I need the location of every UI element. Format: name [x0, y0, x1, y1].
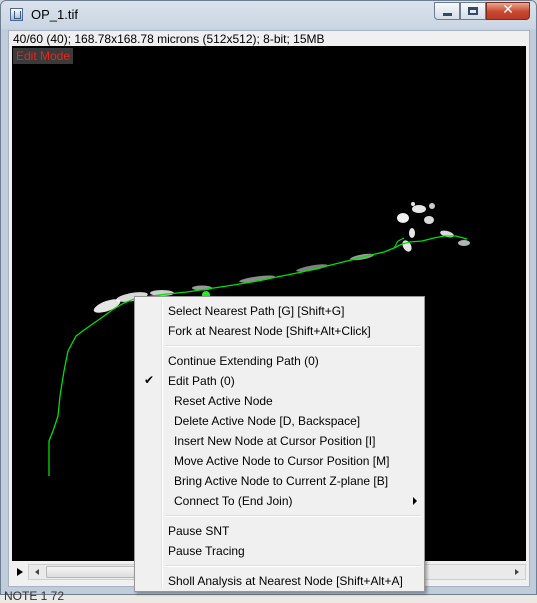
- edit-mode-label: Edit Mode: [13, 48, 74, 64]
- menu-item-pause-tracing[interactable]: Pause Tracing: [137, 541, 422, 561]
- close-icon: ✕: [502, 2, 514, 18]
- image-info-bar: 40/60 (40); 168.78x168.78 microns (512x5…: [13, 32, 325, 46]
- traced-branch: [393, 237, 405, 249]
- menu-separator: [165, 565, 421, 567]
- minimize-icon: [443, 13, 452, 16]
- scroll-right-arrow-icon[interactable]: [510, 565, 524, 579]
- menu-item-pause-snt[interactable]: Pause SNT: [137, 521, 422, 541]
- context-menu: Select Nearest Path [G] [Shift+G] Fork a…: [134, 296, 425, 592]
- menu-item-reset-active-node[interactable]: Reset Active Node: [137, 391, 422, 411]
- scroll-left-arrow-icon[interactable]: [30, 565, 44, 579]
- title-bar[interactable]: OP_1.tif ✕: [1, 1, 536, 29]
- maximize-icon: [468, 7, 478, 15]
- close-button[interactable]: ✕: [486, 2, 530, 20]
- menu-item-sholl-analysis[interactable]: Sholl Analysis at Nearest Node [Shift+Al…: [137, 571, 422, 591]
- menu-item-insert-new-node[interactable]: Insert New Node at Cursor Position [I]: [137, 431, 422, 451]
- menu-item-fork-at-nearest-node[interactable]: Fork at Nearest Node [Shift+Alt+Click]: [137, 321, 422, 341]
- imagej-image-icon: [10, 8, 23, 21]
- background-text: NOTE 1 72: [4, 589, 65, 603]
- checkmark-icon: ✔: [144, 373, 155, 387]
- minimize-button[interactable]: [434, 2, 460, 20]
- menu-item-continue-extending-path[interactable]: Continue Extending Path (0): [137, 351, 422, 371]
- menu-item-connect-to[interactable]: Connect To (End Join): [137, 491, 422, 511]
- submenu-arrow-icon: [413, 497, 417, 505]
- menu-separator: [165, 515, 421, 517]
- menu-separator: [165, 345, 421, 347]
- menu-item-edit-path[interactable]: ✔ Edit Path (0): [137, 371, 422, 391]
- play-button[interactable]: [12, 563, 26, 581]
- menu-item-bring-active-node-to-z[interactable]: Bring Active Node to Current Z-plane [B]: [137, 471, 422, 491]
- menu-item-move-active-node[interactable]: Move Active Node to Cursor Position [M]: [137, 451, 422, 471]
- maximize-button[interactable]: [460, 2, 486, 20]
- window-title: OP_1.tif: [31, 7, 78, 22]
- window-controls: ✕: [434, 2, 530, 21]
- menu-item-delete-active-node[interactable]: Delete Active Node [D, Backspace]: [137, 411, 422, 431]
- menu-item-select-nearest-path[interactable]: Select Nearest Path [G] [Shift+G]: [137, 301, 422, 321]
